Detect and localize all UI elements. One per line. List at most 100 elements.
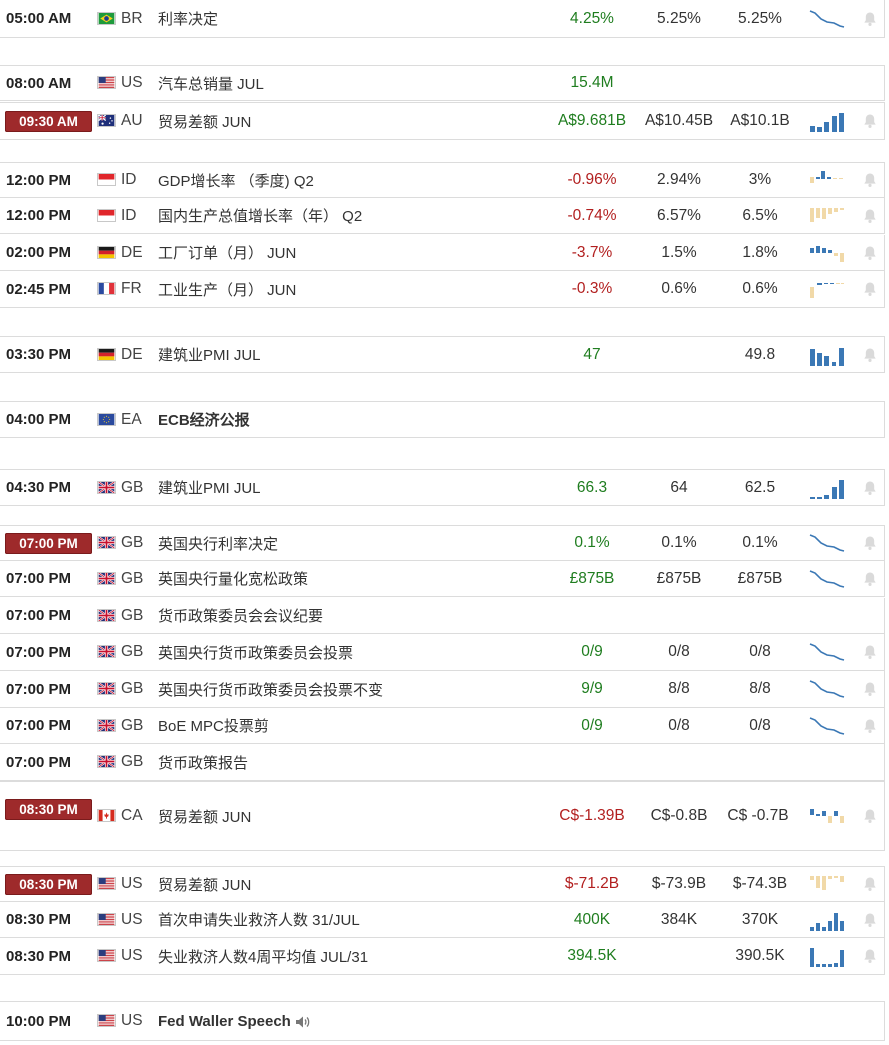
event-name[interactable]: 工业生产（月） JUN (158, 279, 296, 300)
event-name-text[interactable]: 建筑业PMI JUL (158, 347, 261, 364)
event-row[interactable]: 07:00 PM GB 英国央行利率决定 0.1% 0.1% 0.1% (0, 525, 885, 561)
history-sparkline[interactable] (808, 8, 846, 30)
bell-icon[interactable] (862, 245, 878, 261)
event-name-text[interactable]: Fed Waller Speech (158, 1013, 291, 1030)
event-row[interactable]: 07:00 PM GB 英国央行货币政策委员会投票不变 9/9 8/8 8/8 (0, 671, 885, 708)
event-name-text[interactable]: 利率决定 (158, 11, 218, 28)
event-name[interactable]: 首次申请失业救济人数 31/JUL (158, 909, 360, 930)
history-sparkline[interactable] (808, 532, 846, 554)
history-sparkline[interactable] (808, 477, 846, 499)
event-name-text[interactable]: 英国央行量化宽松政策 (158, 571, 308, 588)
history-sparkline[interactable] (808, 568, 846, 590)
event-name-text[interactable]: 工业生产（月） JUN (158, 282, 296, 299)
event-name-text[interactable]: 国内生产总值增长率（年） Q2 (158, 208, 362, 225)
bell-icon[interactable] (862, 948, 878, 964)
event-name-text[interactable]: 英国央行货币政策委员会投票 (158, 645, 353, 662)
event-name[interactable]: 建筑业PMI JUL (158, 344, 261, 365)
event-row[interactable]: 08:30 PM US 贸易差额 JUN $-71.2B $-73.9B $-74.3B (0, 866, 885, 902)
event-name-text[interactable]: 汽车总销量 JUL (158, 76, 264, 93)
event-name-text[interactable]: ECB经济公报 (158, 412, 250, 429)
history-sparkline[interactable] (808, 641, 846, 663)
event-name[interactable]: 贸易差额 JUN (158, 806, 251, 827)
history-sparkline[interactable] (808, 205, 846, 227)
bell-icon[interactable] (862, 347, 878, 363)
event-name[interactable]: GDP增长率 （季度) Q2 (158, 170, 314, 191)
bell-icon[interactable] (862, 172, 878, 188)
event-row[interactable]: 07:00 PM GB 货币政策报告 (0, 744, 885, 781)
event-name-text[interactable]: 贸易差额 JUN (158, 114, 251, 131)
event-row[interactable]: 10:00 PM US Fed Waller Speech (0, 1001, 885, 1041)
event-name-text[interactable]: 失业救济人数4周平均值 JUL/31 (158, 949, 368, 966)
event-name[interactable]: 英国央行量化宽松政策 (158, 568, 308, 589)
event-row[interactable]: 12:00 PM ID GDP增长率 （季度) Q2 -0.96% 2.94% 3% (0, 162, 885, 198)
bell-icon[interactable] (862, 571, 878, 587)
event-name[interactable]: 货币政策报告 (158, 752, 248, 773)
event-row[interactable]: 08:30 PM CA 贸易差额 JUN C$-1.39B C$-0.8B C$ -0.7… (0, 781, 885, 851)
event-name[interactable]: 利率决定 (158, 8, 218, 29)
event-name[interactable]: 失业救济人数4周平均值 JUL/31 (158, 946, 368, 967)
bell-icon[interactable] (862, 644, 878, 660)
event-name-text[interactable]: 贸易差额 JUN (158, 877, 251, 894)
history-sparkline[interactable] (808, 805, 846, 827)
event-row[interactable]: 02:45 PM FR 工业生产（月） JUN -0.3% 0.6% 0.6% (0, 271, 885, 308)
event-name[interactable]: 建筑业PMI JUL (158, 477, 261, 498)
event-row[interactable]: 07:00 PM GB 英国央行货币政策委员会投票 0/9 0/8 0/8 (0, 634, 885, 671)
bell-icon[interactable] (862, 208, 878, 224)
event-row[interactable]: 04:30 PM GB 建筑业PMI JUL 66.3 64 62.5 (0, 469, 885, 506)
event-row[interactable]: 08:30 PM US 失业救济人数4周平均值 JUL/31 394.5K 390.5K (0, 938, 885, 975)
event-row[interactable]: 07:00 PM GB 英国央行量化宽松政策 £875B £875B £875B (0, 561, 885, 597)
bell-icon[interactable] (862, 808, 878, 824)
event-row[interactable]: 08:30 PM US 首次申请失业救济人数 31/JUL 400K 384K 370K (0, 902, 885, 938)
event-row[interactable]: 12:00 PM ID 国内生产总值增长率（年） Q2 -0.74% 6.57% 6.5% (0, 198, 885, 234)
event-row[interactable]: 02:00 PM DE 工厂订单（月） JUN -3.7% 1.5% 1.8% (0, 235, 885, 271)
event-name[interactable]: BoE MPC投票剪 (158, 715, 269, 736)
event-name-text[interactable]: 贸易差额 JUN (158, 809, 251, 826)
event-name[interactable]: 货币政策委员会会议纪要 (158, 605, 323, 626)
history-sparkline[interactable] (808, 278, 846, 300)
event-name[interactable]: ECB经济公报 (158, 409, 250, 430)
history-sparkline[interactable] (808, 242, 846, 264)
bell-icon[interactable] (862, 11, 878, 27)
history-sparkline[interactable] (808, 678, 846, 700)
event-name[interactable]: Fed Waller Speech (158, 1013, 311, 1030)
bell-icon[interactable] (862, 718, 878, 734)
event-name-text[interactable]: 首次申请失业救济人数 31/JUL (158, 912, 360, 929)
history-sparkline[interactable] (808, 909, 846, 931)
event-name-text[interactable]: 英国央行利率决定 (158, 536, 278, 553)
event-row[interactable]: 04:00 PM EA ECB经济公报 (0, 401, 885, 438)
history-sparkline[interactable] (808, 344, 846, 366)
bell-icon[interactable] (862, 535, 878, 551)
history-sparkline[interactable] (808, 873, 846, 895)
event-name-text[interactable]: BoE MPC投票剪 (158, 718, 269, 735)
event-name[interactable]: 汽车总销量 JUL (158, 73, 264, 94)
history-sparkline[interactable] (808, 110, 846, 132)
event-name[interactable]: 贸易差额 JUN (158, 874, 251, 895)
event-row[interactable]: 09:30 AM AU 贸易差额 JUN A$9.681B A$10.45B A$10.1… (0, 102, 885, 140)
event-name-text[interactable]: 建筑业PMI JUL (158, 480, 261, 497)
event-name[interactable]: 英国央行货币政策委员会投票 (158, 642, 353, 663)
bell-icon[interactable] (862, 113, 878, 129)
event-name-text[interactable]: 货币政策委员会会议纪要 (158, 608, 323, 625)
event-name-text[interactable]: 英国央行货币政策委员会投票不变 (158, 682, 383, 699)
event-row[interactable]: 03:30 PM DE 建筑业PMI JUL 47 49.8 (0, 336, 885, 373)
event-name[interactable]: 英国央行货币政策委员会投票不变 (158, 679, 383, 700)
event-row[interactable]: 05:00 AM BR 利率决定 4.25% 5.25% 5.25% (0, 0, 885, 38)
bell-icon[interactable] (862, 281, 878, 297)
event-name-text[interactable]: 工厂订单（月） JUN (158, 245, 296, 262)
event-row[interactable]: 07:00 PM GB 货币政策委员会会议纪要 (0, 598, 885, 634)
history-sparkline[interactable] (808, 945, 846, 967)
event-name-text[interactable]: GDP增长率 （季度) Q2 (158, 173, 314, 190)
history-sparkline[interactable] (808, 715, 846, 737)
bell-icon[interactable] (862, 912, 878, 928)
event-name[interactable]: 国内生产总值增长率（年） Q2 (158, 205, 362, 226)
bell-icon[interactable] (862, 681, 878, 697)
event-row[interactable]: 08:00 AM US 汽车总销量 JUL 15.4M (0, 65, 885, 101)
bell-icon[interactable] (862, 876, 878, 892)
event-name[interactable]: 贸易差额 JUN (158, 111, 251, 132)
event-name-text[interactable]: 货币政策报告 (158, 755, 248, 772)
event-row[interactable]: 07:00 PM GB BoE MPC投票剪 0/9 0/8 0/8 (0, 708, 885, 744)
event-name[interactable]: 英国央行利率决定 (158, 533, 278, 554)
event-name[interactable]: 工厂订单（月） JUN (158, 242, 296, 263)
bell-icon[interactable] (862, 480, 878, 496)
history-sparkline[interactable] (808, 169, 846, 191)
